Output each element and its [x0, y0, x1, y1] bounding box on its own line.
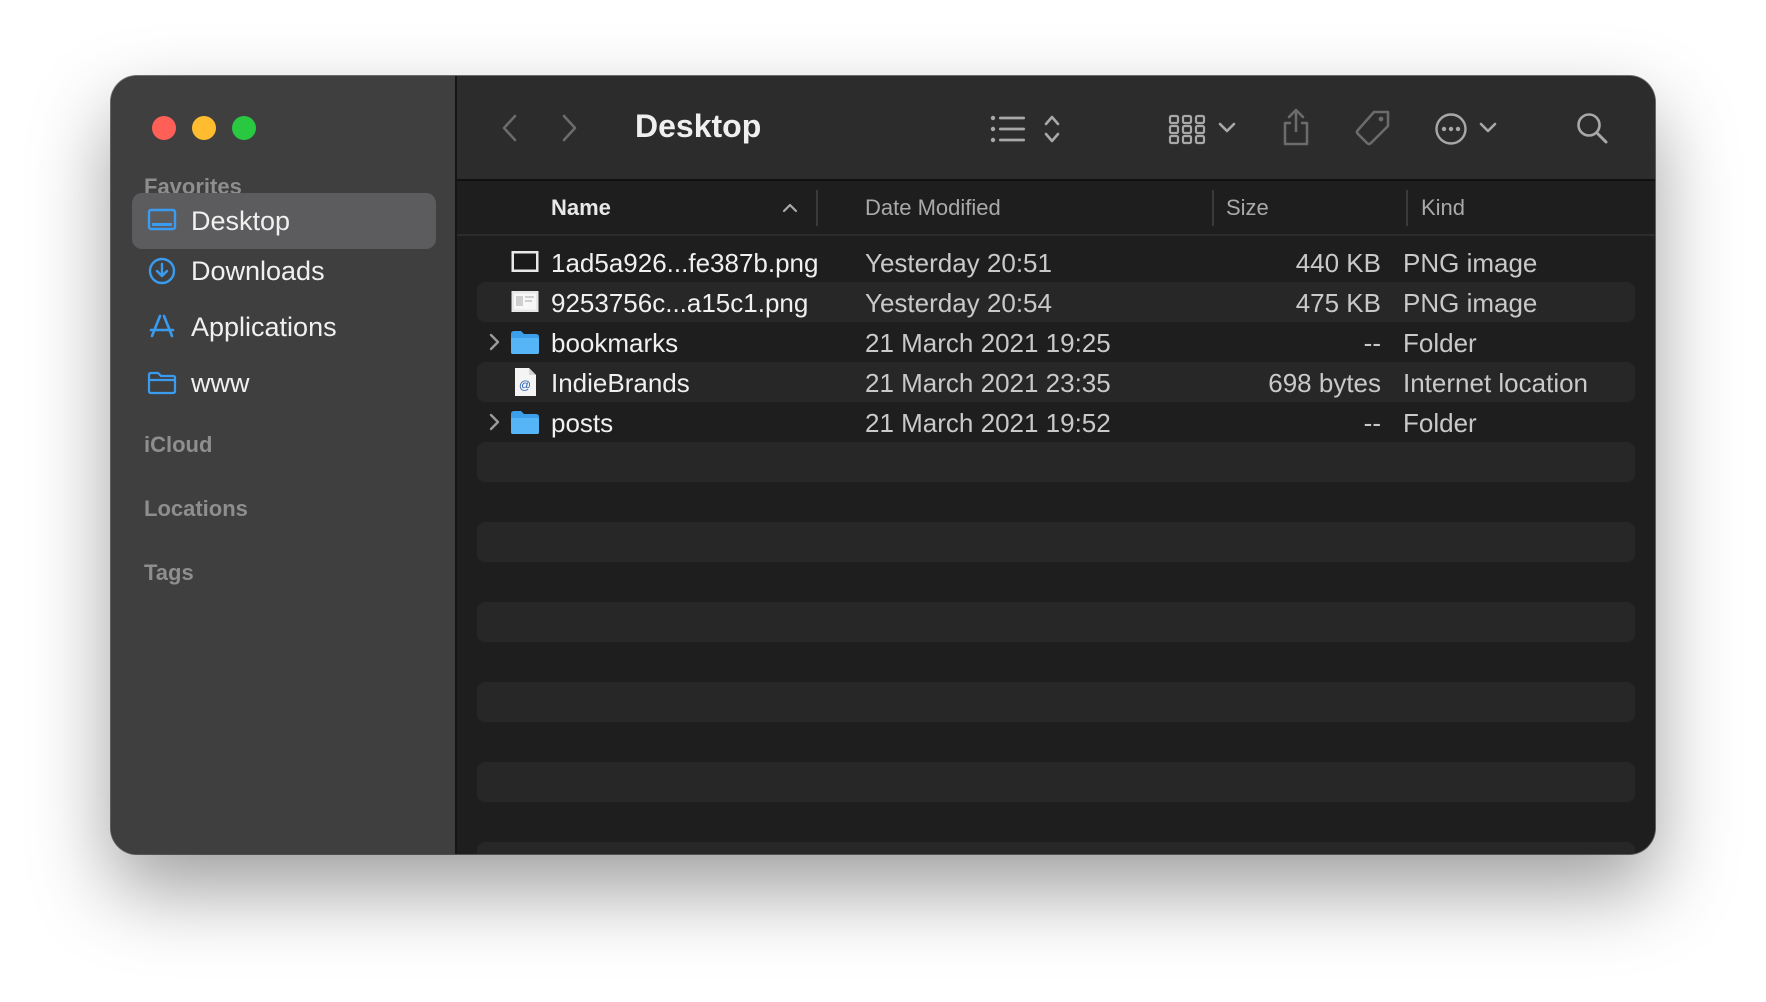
grid-view-icon[interactable] [1167, 112, 1207, 146]
column-header-date-modified[interactable]: Date Modified [865, 195, 1001, 221]
search-icon[interactable] [1574, 110, 1610, 146]
image-file-icon [510, 287, 540, 317]
file-date: 21 March 2021 19:25 [865, 328, 1111, 358]
file-size: -- [1363, 408, 1381, 438]
sidebar: Favorites Desktop Downloads Applications… [111, 76, 457, 854]
finder-window: Favorites Desktop Downloads Applications… [111, 76, 1655, 854]
folder-icon [147, 368, 177, 398]
file-name: IndieBrands [551, 368, 690, 398]
sidebar-item-downloads[interactable]: Downloads [132, 243, 436, 299]
file-size: 475 KB [1295, 288, 1381, 318]
folder-icon [510, 407, 540, 437]
chevron-left-icon[interactable] [497, 110, 521, 146]
empty-row-stripe [477, 602, 1635, 642]
close-window-button[interactable] [152, 116, 176, 140]
file-kind: PNG image [1403, 288, 1538, 318]
column-header-kind[interactable]: Kind [1421, 195, 1465, 221]
tag-icon[interactable] [1353, 108, 1393, 148]
file-name: posts [551, 408, 614, 438]
file-name: bookmarks [551, 328, 679, 358]
chevron-down-icon[interactable] [1217, 118, 1237, 138]
table-row[interactable]: 1ad5a926...fe387b.png Yesterday 20:51 44… [477, 242, 1635, 282]
file-date: 21 March 2021 19:52 [865, 408, 1111, 438]
locations-section-label[interactable]: Locations [144, 496, 248, 522]
sidebar-item-desktop[interactable]: Desktop [132, 193, 436, 249]
zoom-window-button[interactable] [232, 116, 256, 140]
table-row[interactable]: bookmarks 21 March 2021 19:25 -- Folder [477, 322, 1635, 362]
file-name: 9253756c...a15c1.png [551, 288, 809, 318]
sidebar-item-www[interactable]: www [132, 355, 436, 411]
sidebar-item-label: Desktop [191, 205, 291, 236]
file-browser: Desktop Name Date Modified Size Kind 1ad… [457, 76, 1655, 854]
file-size: 440 KB [1295, 248, 1381, 278]
minimize-window-button[interactable] [192, 116, 216, 140]
svg-text:@: @ [519, 378, 531, 392]
chevron-right-icon[interactable] [558, 110, 582, 146]
disclosure-triangle-icon[interactable] [485, 412, 505, 432]
column-divider[interactable] [1212, 190, 1214, 226]
file-size: 698 bytes [1268, 368, 1381, 398]
empty-row-stripe [477, 522, 1635, 562]
column-header-name[interactable]: Name [551, 195, 611, 221]
list-view-icon[interactable] [988, 112, 1028, 146]
column-header-size[interactable]: Size [1226, 195, 1269, 221]
file-kind: Folder [1403, 408, 1477, 438]
file-date: Yesterday 20:54 [865, 288, 1052, 318]
file-kind: Internet location [1403, 368, 1589, 398]
applications-icon [147, 312, 177, 342]
file-date: 21 March 2021 23:35 [865, 368, 1111, 398]
download-icon [147, 256, 177, 286]
sidebar-item-label: Applications [191, 311, 337, 342]
sort-arrows-icon[interactable] [1042, 112, 1062, 146]
empty-row-stripe [477, 762, 1635, 802]
empty-row-stripe [477, 442, 1635, 482]
sort-ascending-icon[interactable] [781, 201, 799, 215]
window-title: Desktop [635, 108, 762, 144]
tags-section-label[interactable]: Tags [144, 560, 194, 586]
folder-icon [510, 327, 540, 357]
share-icon[interactable] [1279, 106, 1313, 148]
internet-location-icon: @ [510, 367, 540, 397]
table-row[interactable]: @ IndieBrands 21 March 2021 23:35 698 by… [477, 362, 1635, 402]
toolbar: Desktop [457, 76, 1655, 181]
table-row[interactable]: 9253756c...a15c1.png Yesterday 20:54 475… [477, 282, 1635, 322]
sidebar-item-applications[interactable]: Applications [132, 299, 436, 355]
more-icon[interactable] [1433, 111, 1469, 147]
file-kind: Folder [1403, 328, 1477, 358]
file-size: -- [1363, 328, 1381, 358]
empty-row-stripe [477, 682, 1635, 722]
disclosure-triangle-icon[interactable] [485, 332, 505, 352]
column-divider[interactable] [816, 190, 818, 226]
chevron-down-icon[interactable] [1478, 118, 1498, 138]
file-kind: PNG image [1403, 248, 1538, 278]
sidebar-item-label: Downloads [191, 255, 325, 286]
file-name: 1ad5a926...fe387b.png [551, 248, 819, 278]
column-divider[interactable] [1406, 190, 1408, 226]
column-header-row: Name Date Modified Size Kind [457, 181, 1655, 236]
icloud-section-label[interactable]: iCloud [144, 432, 212, 458]
table-row[interactable]: posts 21 March 2021 19:52 -- Folder [477, 402, 1635, 442]
file-date: Yesterday 20:51 [865, 248, 1052, 278]
desktop-icon [147, 206, 177, 236]
sidebar-item-label: www [191, 367, 250, 398]
empty-row-stripe [477, 842, 1635, 854]
image-file-icon [510, 247, 540, 277]
